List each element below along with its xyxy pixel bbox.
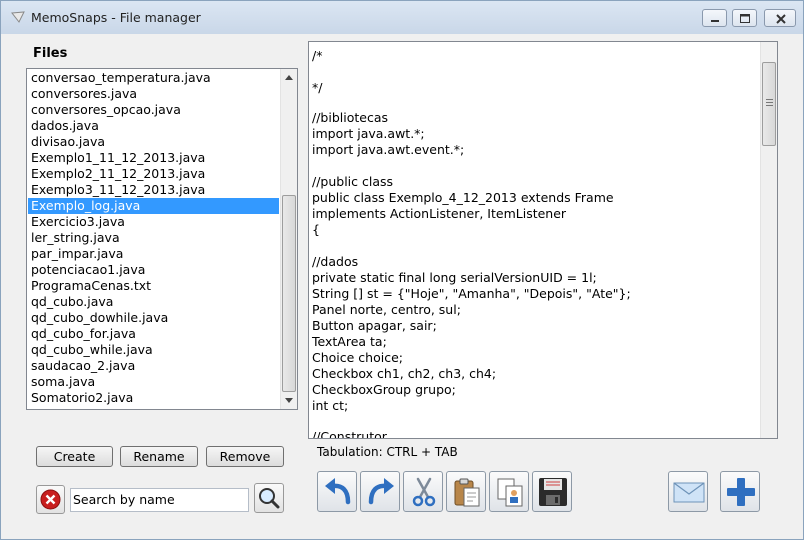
code-line: CheckboxGroup grupo; bbox=[312, 382, 456, 397]
rename-button[interactable]: Rename bbox=[120, 446, 198, 467]
file-list-item[interactable]: ProgramaCenas.txt bbox=[28, 278, 279, 294]
grip-line bbox=[766, 102, 773, 103]
copy-button[interactable] bbox=[489, 471, 529, 512]
code-line: Checkbox ch1, ch2, ch3, ch4; bbox=[312, 366, 497, 381]
search-input[interactable]: Search by name bbox=[70, 488, 249, 512]
file-list-item[interactable]: Exemplo3_11_12_2013.java bbox=[28, 182, 279, 198]
undo-icon bbox=[325, 478, 351, 505]
file-list-item[interactable]: Exemplo1_11_12_2013.java bbox=[28, 150, 279, 166]
plus-icon bbox=[727, 478, 755, 506]
code-line: //public class bbox=[312, 174, 394, 189]
file-list-item[interactable]: Exemplo2_11_12_2013.java bbox=[28, 166, 279, 182]
code-line: Choice choice; bbox=[312, 350, 403, 365]
add-button[interactable] bbox=[720, 471, 760, 512]
minimize-icon bbox=[711, 20, 719, 22]
close-icon bbox=[776, 14, 786, 24]
app-icon bbox=[11, 11, 25, 23]
save-button[interactable] bbox=[532, 471, 572, 512]
save-icon bbox=[539, 478, 567, 506]
clear-search-button[interactable] bbox=[36, 485, 65, 514]
scissors-icon bbox=[412, 477, 436, 507]
red-x-icon bbox=[40, 489, 61, 510]
file-list-item[interactable]: par_impar.java bbox=[28, 246, 279, 262]
file-list-item[interactable]: qd_cubo.java bbox=[28, 294, 279, 310]
maximize-button[interactable] bbox=[732, 9, 757, 27]
file-list-item[interactable]: ler_string.java bbox=[28, 230, 279, 246]
file-list-item[interactable]: divisao.java bbox=[28, 134, 279, 150]
editor-scrollbar[interactable] bbox=[760, 42, 777, 438]
email-button[interactable] bbox=[668, 471, 708, 512]
window-title: MemoSnaps - File manager bbox=[31, 10, 201, 25]
file-list-item[interactable]: dados.java bbox=[28, 118, 279, 134]
code-line: int ct; bbox=[312, 398, 349, 413]
file-list-item[interactable]: qd_cubo_while.java bbox=[28, 342, 279, 358]
code-line: String [] st = {"Hoje", "Amanha", "Depoi… bbox=[312, 286, 631, 301]
editor-scroll-up-button[interactable] bbox=[761, 42, 777, 59]
code-line: */ bbox=[312, 80, 323, 95]
envelope-icon bbox=[673, 482, 705, 503]
arrow-down-icon bbox=[285, 398, 293, 403]
file-list-item-selected[interactable]: Exemplo_log.java bbox=[28, 198, 279, 214]
file-list-item[interactable]: potenciacao1.java bbox=[28, 262, 279, 278]
scroll-down-button[interactable] bbox=[281, 392, 297, 409]
redo-button[interactable] bbox=[360, 471, 400, 512]
title-bar[interactable]: MemoSnaps - File manager bbox=[1, 1, 803, 34]
code-line: //dados bbox=[312, 254, 359, 269]
grip-line bbox=[766, 105, 773, 106]
file-list-item[interactable]: Somatorio2.java bbox=[28, 390, 279, 406]
file-list-scrollbar[interactable] bbox=[280, 69, 297, 409]
code-line: //bibliotecas bbox=[312, 110, 388, 125]
undo-button[interactable] bbox=[317, 471, 357, 512]
main-window: MemoSnaps - File manager Files conversao… bbox=[0, 0, 804, 540]
redo-icon bbox=[368, 478, 394, 505]
file-list-item[interactable]: conversao_temperatura.java bbox=[28, 70, 279, 86]
code-line: Button apagar, sair; bbox=[312, 318, 437, 333]
file-list-item[interactable]: qd_cubo_dowhile.java bbox=[28, 310, 279, 326]
code-line: { bbox=[312, 222, 320, 237]
search-button[interactable] bbox=[254, 483, 284, 513]
code-line: import java.awt.*; bbox=[312, 126, 425, 141]
copy-icon bbox=[497, 478, 523, 507]
file-list-item[interactable]: conversores_opcao.java bbox=[28, 102, 279, 118]
editor-scroll-thumb[interactable] bbox=[762, 62, 776, 146]
code-line: implements ActionListener, ItemListener bbox=[312, 206, 567, 221]
magnifier-icon bbox=[259, 488, 280, 509]
file-list[interactable]: conversao_temperatura.java conversores.j… bbox=[26, 68, 298, 410]
minimize-button[interactable] bbox=[702, 9, 727, 27]
scroll-up-button[interactable] bbox=[281, 69, 297, 86]
grip-line bbox=[766, 99, 773, 100]
paste-button[interactable] bbox=[446, 471, 486, 512]
file-list-item[interactable]: soma.java bbox=[28, 374, 279, 390]
file-list-scroll-thumb[interactable] bbox=[282, 195, 296, 392]
code-line: public class Exemplo_4_12_2013 extends F… bbox=[312, 190, 614, 205]
code-line: TextArea ta; bbox=[312, 334, 387, 349]
file-list-item[interactable]: saudacao_2.java bbox=[28, 358, 279, 374]
tabulation-hint: Tabulation: CTRL + TAB bbox=[317, 445, 458, 459]
files-label: Files bbox=[33, 46, 68, 61]
file-list-item[interactable]: qd_cubo_for.java bbox=[28, 326, 279, 342]
paste-icon bbox=[454, 478, 480, 507]
code-line: Panel norte, centro, sul; bbox=[312, 302, 461, 317]
cut-button[interactable] bbox=[403, 471, 443, 512]
file-list-item[interactable]: conversores.java bbox=[28, 86, 279, 102]
close-button[interactable] bbox=[764, 9, 796, 27]
file-list-item[interactable]: Exercicio3.java bbox=[28, 214, 279, 230]
code-line: import java.awt.event.*; bbox=[312, 142, 465, 157]
code-line: private static final long serialVersionU… bbox=[312, 270, 597, 285]
code-editor[interactable]: /* */ //bibliotecas import java.awt.*; i… bbox=[308, 41, 778, 439]
maximize-icon bbox=[740, 14, 750, 23]
code-line: //Construtor bbox=[312, 429, 387, 439]
create-button[interactable]: Create bbox=[36, 446, 113, 467]
remove-button[interactable]: Remove bbox=[206, 446, 284, 467]
code-line: /* bbox=[312, 48, 323, 63]
arrow-up-icon bbox=[285, 75, 293, 80]
